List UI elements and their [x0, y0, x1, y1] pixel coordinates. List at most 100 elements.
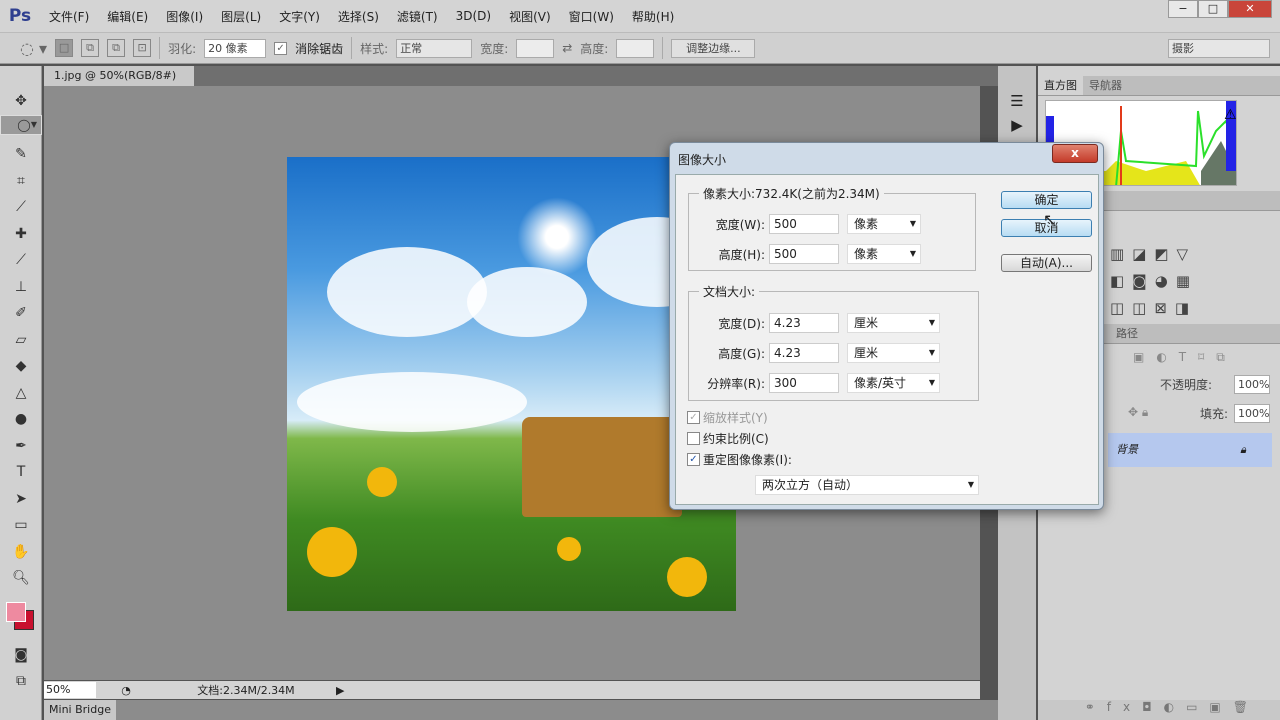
- pen-tool-icon[interactable]: ✒: [0, 433, 42, 460]
- close-button[interactable]: ✕: [1228, 0, 1272, 18]
- resample-checkbox[interactable]: ✓ 重定图像像素(I):: [687, 451, 792, 468]
- quick-select-tool-icon[interactable]: ✎: [0, 141, 42, 168]
- ellipse-marquee-tool-icon[interactable]: ◯: [0, 114, 42, 135]
- intersect-selection-icon[interactable]: ⊡: [133, 39, 152, 57]
- resolution-input[interactable]: 300: [769, 373, 839, 393]
- adjustment-icons[interactable]: ▥◪◩▽ ◧◙◕▦ ◫◫⊠◨: [1110, 241, 1198, 322]
- style-label: 样式:: [360, 41, 389, 56]
- mouse-cursor-icon: ↖: [1043, 210, 1057, 229]
- pixel-dimensions-group: 像素大小:732.4K(之前为2.34M) 宽度(W): 500 像素 高度(H…: [688, 185, 976, 271]
- document-tab[interactable]: 1.jpg @ 50%(RGB/8#) ×: [44, 66, 194, 102]
- pixel-width-input[interactable]: 500: [769, 214, 839, 234]
- pixel-height-input[interactable]: 500: [769, 244, 839, 264]
- doc-width-unit-select[interactable]: 厘米: [847, 313, 940, 333]
- menu-window[interactable]: 窗口(W): [560, 8, 623, 25]
- divider: [662, 37, 664, 59]
- menu-select[interactable]: 选择(S): [329, 8, 388, 25]
- zoom-tool-icon[interactable]: 🔍︎: [0, 565, 42, 592]
- menu-filter[interactable]: 滤镜(T): [388, 8, 447, 25]
- doc-height-input[interactable]: 4.23: [769, 343, 839, 363]
- history-icon[interactable]: ☰: [998, 92, 1036, 110]
- mini-bridge-tab[interactable]: Mini Bridge: [44, 700, 116, 720]
- lock-icon: 🔒︎: [1240, 443, 1246, 456]
- resample-method-select[interactable]: 两次立方（自动）: [755, 475, 979, 495]
- shape-tool-icon[interactable]: ▭: [0, 512, 42, 539]
- swap-icon[interactable]: ⇄: [562, 41, 572, 55]
- pixel-width-unit-select[interactable]: 像素: [847, 214, 921, 234]
- menu-file[interactable]: 文件(F): [40, 8, 98, 25]
- move-tool-icon[interactable]: ✥: [0, 88, 42, 115]
- pixel-dimensions-label: 像素大小:732.4K(之前为2.34M): [699, 185, 884, 202]
- feather-input[interactable]: 20 像素: [204, 38, 267, 58]
- resolution-unit-select[interactable]: 像素/英寸: [847, 373, 940, 393]
- color-swatches[interactable]: [0, 592, 41, 642]
- tab-navigator[interactable]: 导航器: [1083, 76, 1128, 95]
- constrain-label: 约束比例(C): [703, 432, 769, 446]
- fill-input[interactable]: 100%: [1234, 404, 1270, 423]
- width-input[interactable]: [516, 38, 555, 58]
- dodge-tool-icon[interactable]: ●: [0, 406, 42, 433]
- history-brush-tool-icon[interactable]: ✐: [0, 300, 42, 327]
- height-input[interactable]: [616, 38, 655, 58]
- menu-help[interactable]: 帮助(H): [623, 8, 683, 25]
- lock-icons[interactable]: ✥ 🔒︎: [1128, 405, 1148, 420]
- doc-width-input[interactable]: 4.23: [769, 313, 839, 333]
- foreground-color-swatch[interactable]: [6, 601, 26, 622]
- hand-tool-icon[interactable]: ✋: [0, 539, 42, 566]
- width-label: 宽度:: [480, 41, 509, 56]
- menu-edit[interactable]: 编辑(E): [98, 8, 157, 25]
- layers-footer-icons[interactable]: ⚭fx◘◐▭▣🗑︎: [1038, 700, 1280, 720]
- tab-paths[interactable]: 路径: [1110, 324, 1144, 343]
- maximize-button[interactable]: □: [1198, 0, 1228, 18]
- actions-play-icon[interactable]: ▶: [998, 116, 1036, 134]
- path-select-tool-icon[interactable]: ➤: [0, 486, 42, 513]
- crop-tool-icon[interactable]: ⌗: [0, 168, 42, 195]
- antialias-checkbox[interactable]: ✓: [274, 41, 288, 55]
- tab-histogram[interactable]: 直方图: [1038, 76, 1083, 95]
- auto-button[interactable]: 自动(A)...: [1001, 254, 1092, 272]
- menu-type[interactable]: 文字(Y): [270, 8, 329, 25]
- image-flower: [667, 557, 707, 597]
- constrain-proportions-checkbox[interactable]: 约束比例(C): [687, 430, 769, 447]
- subtract-selection-icon[interactable]: ⧉: [107, 39, 126, 57]
- refine-edge-button[interactable]: 调整边缘...: [671, 38, 756, 58]
- dialog-close-button[interactable]: x: [1052, 144, 1098, 163]
- layer-filter-icons[interactable]: ▣◐T⌑⧉: [1133, 350, 1237, 365]
- image-basket: [522, 417, 682, 517]
- opacity-input[interactable]: 100%: [1234, 375, 1270, 394]
- minimize-button[interactable]: −: [1168, 0, 1198, 18]
- scale-styles-checkbox[interactable]: ✓ 缩放样式(Y): [687, 409, 768, 426]
- add-selection-icon[interactable]: ⧉: [81, 39, 100, 57]
- clone-stamp-tool-icon[interactable]: ⊥: [0, 274, 42, 301]
- blur-tool-icon[interactable]: △: [0, 380, 42, 407]
- menu-layer[interactable]: 图层(L): [212, 8, 270, 25]
- ellipse-marquee-icon[interactable]: ◌ ▾: [20, 39, 47, 58]
- workspace-select[interactable]: 摄影: [1168, 38, 1270, 58]
- image-cloud: [467, 267, 587, 337]
- doc-info: 文档:2.34M/2.34M: [197, 684, 295, 697]
- document-tab-title: 1.jpg @ 50%(RGB/8#): [54, 69, 177, 82]
- scale-styles-label: 缩放样式(Y): [703, 411, 768, 425]
- layer-background[interactable]: 背景 🔒︎: [1108, 433, 1272, 467]
- ok-button[interactable]: 确定: [1001, 191, 1092, 209]
- status-menu-arrow-icon[interactable]: ▶: [336, 684, 344, 697]
- quick-mask-icon[interactable]: ◙: [0, 642, 42, 669]
- screen-mode-icon[interactable]: ⧉: [0, 668, 42, 695]
- healing-brush-tool-icon[interactable]: ✚: [0, 221, 42, 248]
- paint-bucket-tool-icon[interactable]: ◆: [0, 353, 42, 380]
- new-selection-icon[interactable]: □: [55, 39, 74, 57]
- menu-view[interactable]: 视图(V): [500, 8, 560, 25]
- layer-name: 背景: [1116, 443, 1138, 456]
- eyedropper-tool-icon[interactable]: ⟋: [0, 194, 42, 221]
- status-icon[interactable]: ◔: [96, 684, 156, 697]
- eraser-tool-icon[interactable]: ▱: [0, 327, 42, 354]
- type-tool-icon[interactable]: T: [0, 459, 42, 486]
- zoom-field[interactable]: 50%: [44, 682, 96, 698]
- tools-panel: ✥ ◯ ʘ ✎ ⌗ ⟋ ✚ ⟋ ⊥ ✐ ▱ ◆ △ ● ✒ T ➤ ▭ ✋ 🔍︎…: [0, 66, 42, 720]
- doc-height-unit-select[interactable]: 厘米: [847, 343, 940, 363]
- pixel-height-unit-select[interactable]: 像素: [847, 244, 921, 264]
- menu-3d[interactable]: 3D(D): [447, 9, 500, 23]
- style-select[interactable]: 正常: [396, 38, 473, 58]
- menu-image[interactable]: 图像(I): [157, 8, 212, 25]
- brush-tool-icon[interactable]: ⟋: [0, 247, 42, 274]
